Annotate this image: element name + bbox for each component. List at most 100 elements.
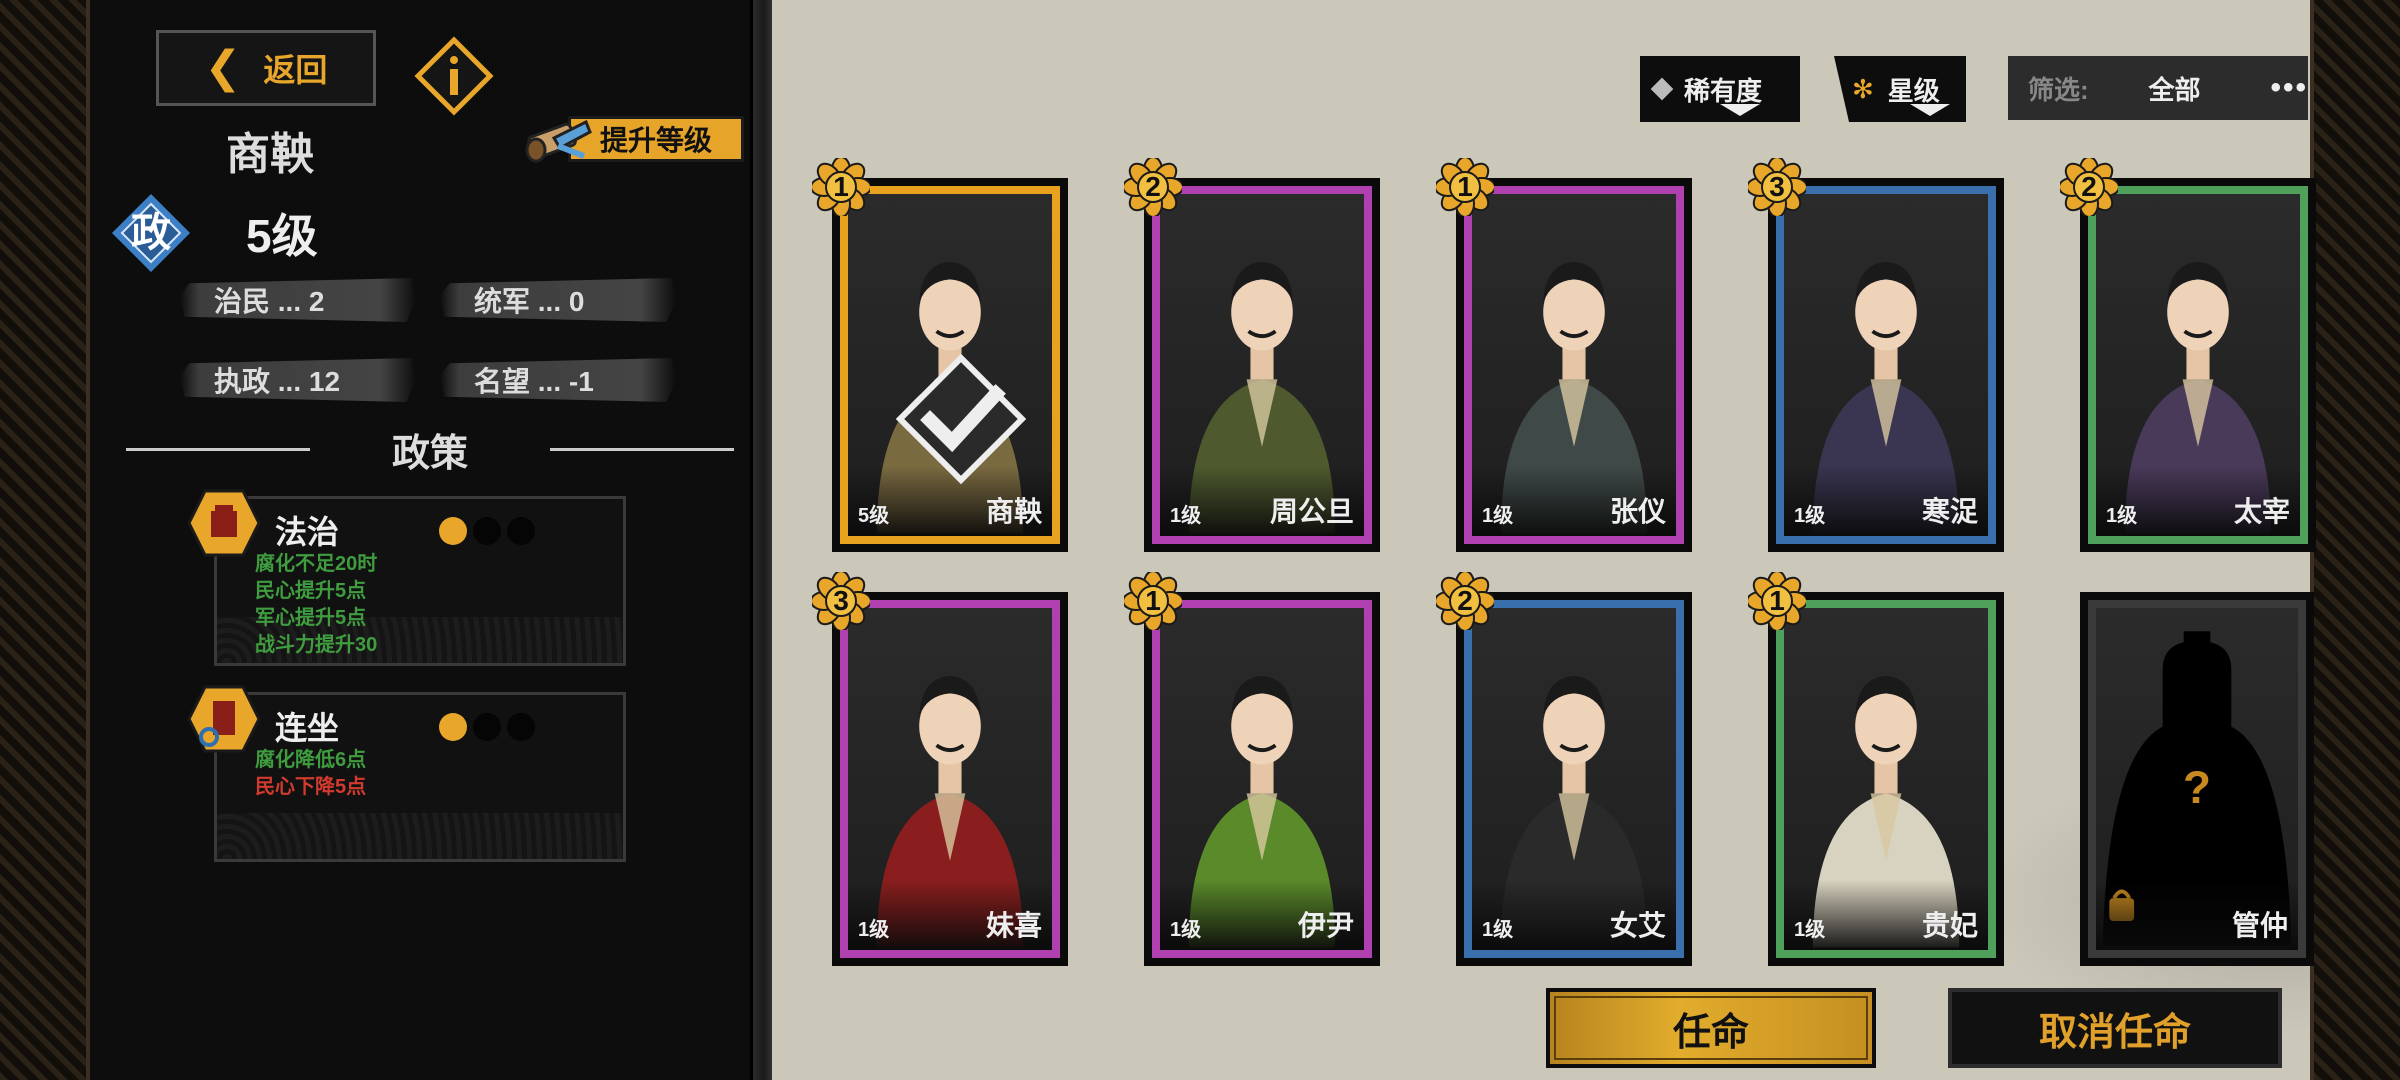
policy-effect: 军心提升5点 [255,607,367,629]
info-button[interactable] [414,36,494,116]
upgrade-level-button[interactable]: 提升等级 [524,112,744,168]
more-options-icon[interactable]: ••• [2270,71,2308,105]
level-dot-filled [439,517,467,545]
star-rank-badge: 2 [1122,156,1184,218]
policy-level-indicator [439,713,535,741]
hero-card[interactable]: 1级 张仪 1 [1434,156,1692,552]
appoint-button[interactable]: 任命 [1546,988,1876,1068]
scroll-icon [525,119,592,163]
policy-effect: 腐化不足20时 [255,553,378,575]
star-icon: ✻ [1852,73,1874,104]
level-dot-empty [507,517,535,545]
level-dot-empty [473,713,501,741]
sort-by-rarity-button[interactable]: 稀有度 [1640,56,1800,122]
card-hero-name: 张仪 [1609,496,1666,527]
card-level: 1级 [1170,505,1202,527]
upgrade-level-label: 提升等级 [568,116,744,162]
hero-card[interactable]: 1级 周公旦 2 [1122,156,1380,552]
star-rank-badge: 3 [1746,156,1808,218]
left-decorative-border [0,0,90,1080]
star-rank-badge: 1 [1434,156,1496,218]
card-frame: 1级 张仪 [1464,186,1684,544]
card-frame: 1级 太宰 [2088,186,2308,544]
policy-section-header: 政策 [126,420,734,480]
hero-card[interactable]: 1级 贵妃 1 [1746,570,2004,966]
policy-effect: 民心提升5点 [255,580,367,602]
hero-card[interactable]: 1级 妹喜 3 [810,570,1068,966]
back-button-label: 返回 [263,52,328,88]
office-badge: 政 [110,192,192,274]
cancel-appoint-button-label: 取消任命 [2038,1011,2191,1054]
card-frame: 1级 周公旦 [1152,186,1372,544]
level-dot-filled [439,713,467,741]
hero-name: 商鞅 [226,130,314,179]
chevron-left-icon: ❮ [204,43,242,92]
right-decorative-border [2310,0,2400,1080]
chevron-down-icon [1720,104,1760,116]
star-rank-value: 1 [833,171,849,202]
card-hero-name: 女艾 [1609,910,1666,941]
card-frame: 1级 女艾 [1464,600,1684,958]
card-frame: 1级 贵妃 [1776,600,1996,958]
appoint-button-label: 任命 [1672,1011,1749,1054]
star-rank-value: 2 [1145,171,1161,202]
card-level: 1级 [1170,919,1202,941]
hero-card[interactable]: 1级 太宰 2 [2058,156,2316,552]
sort-controls: 稀有度 ✻ 星级 [1640,56,1966,122]
card-level: 5级 [858,505,890,527]
card-frame: 1级 伊尹 [1152,600,1372,958]
card-hero-name: 周公旦 [1269,496,1354,527]
star-rank-value: 3 [1769,171,1785,202]
chain-policy-icon [187,685,261,753]
star-rank-badge: 2 [1434,570,1496,632]
cancel-appoint-button[interactable]: 取消任命 [1948,988,2282,1068]
hero-card[interactable]: 5级 商鞅 1 [810,156,1068,552]
divider-line [550,448,734,451]
chevron-down-icon [1910,104,1950,116]
stat-administration: 执政 ... 12 [180,358,416,402]
hero-card[interactable]: 1级 伊尹 1 [1122,570,1380,966]
card-hero-name: 管仲 [2231,910,2288,941]
hero-card[interactable]: 1级 寒浞 3 [1746,156,2004,552]
card-level: 1级 [1482,919,1514,941]
filter-dropdown[interactable]: 筛选: 全部 ••• [2008,56,2308,120]
card-level: 1级 [1794,505,1826,527]
policy-effects: 腐化不足20时 民心提升5点 军心提升5点 战斗力提升30 [255,551,377,659]
sort-by-star-button[interactable]: ✻ 星级 [1834,56,1966,122]
star-rank-badge: 1 [810,156,872,218]
hero-card[interactable]: ? 管仲 [2080,592,2314,966]
policy-card-collective-punishment[interactable]: 连坐 腐化降低6点 民心下降5点 [187,685,626,862]
card-frame: 1级 寒浞 [1776,186,1996,544]
policy-card-rule-of-law[interactable]: 法治 腐化不足20时 民心提升5点 军心提升5点 战斗力提升30 [187,489,626,666]
card-frame: 1级 妹喜 [840,600,1060,958]
star-rank-value: 1 [1145,585,1161,616]
policy-name: 连坐 [275,710,340,746]
star-rank-badge: 3 [810,570,872,632]
level-dot-empty [473,517,501,545]
card-level: 1级 [858,919,890,941]
star-rank-value: 2 [2081,171,2097,202]
back-button[interactable]: ❮ 返回 [156,30,376,106]
sort-rarity-label: 稀有度 [1684,75,1763,106]
star-rank-badge: 2 [2058,156,2120,218]
card-level: 1级 [2106,505,2138,527]
card-hero-name: 贵妃 [1921,910,1978,941]
hero-card[interactable]: 1级 女艾 2 [1434,570,1692,966]
stat-command: 统军 ... 0 [440,278,676,322]
filter-label: 筛选: [2028,74,2089,105]
policy-name: 法治 [275,514,340,550]
policy-effects: 腐化降低6点 民心下降5点 [255,747,366,801]
hero-level: 5级 [246,210,318,262]
sort-star-label: 星级 [1887,75,1940,106]
star-rank-badge: 1 [1122,570,1184,632]
card-hero-name: 伊尹 [1297,910,1354,941]
card-hero-name: 商鞅 [985,496,1042,527]
office-badge-label: 政 [131,211,171,255]
diamond-icon [1650,77,1674,101]
card-hero-name: 寒浞 [1921,496,1978,527]
star-rank-value: 1 [1769,585,1785,616]
stat-reputation: 名望 ... -1 [440,358,676,402]
info-icon [414,36,494,116]
policy-level-indicator [439,517,535,545]
level-dot-empty [507,713,535,741]
